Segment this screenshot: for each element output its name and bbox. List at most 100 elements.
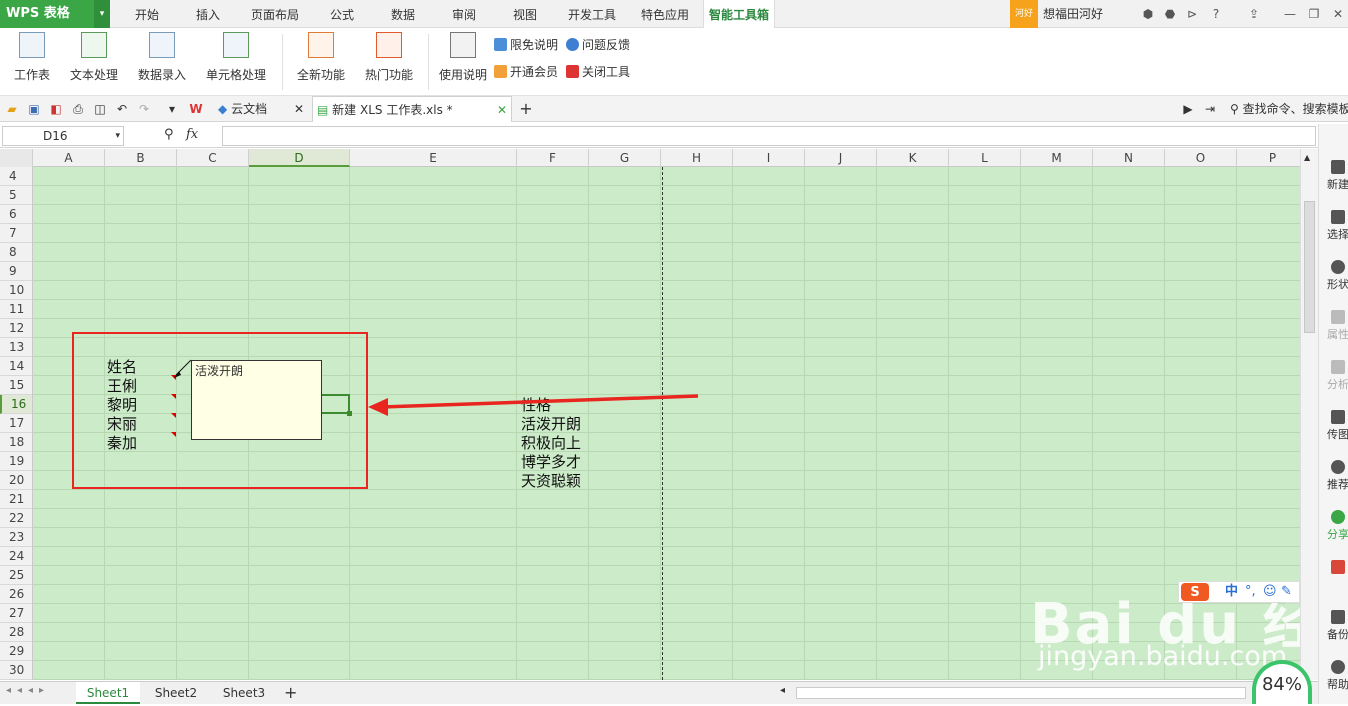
save-icon[interactable]: ▣ (26, 101, 42, 117)
tab-sheet2[interactable]: Sheet2 (144, 682, 208, 704)
tab-close-icon[interactable]: ✕ (294, 96, 304, 122)
panel-send-image[interactable]: 传图 (1323, 410, 1348, 442)
row-header-21[interactable]: 21 (0, 490, 32, 509)
zoom-search-icon[interactable]: ⚲ (164, 127, 174, 142)
column-header-c[interactable]: C (177, 149, 249, 167)
column-header-d[interactable]: D (249, 149, 350, 167)
tab-sheet1[interactable]: Sheet1 (76, 682, 140, 704)
panel-analyze[interactable]: 分析 (1323, 360, 1348, 392)
pen-icon[interactable]: ✎ (1281, 582, 1292, 602)
sogou-icon[interactable]: S (1181, 583, 1209, 601)
menu-view[interactable]: 视图 (498, 0, 552, 28)
horizontal-scroll-thumb[interactable] (796, 687, 1246, 699)
row-header-24[interactable]: 24 (0, 547, 32, 566)
print-preview-icon[interactable]: ◫ (92, 101, 108, 117)
column-header-l[interactable]: L (949, 149, 1021, 167)
select-all-corner[interactable] (0, 149, 33, 167)
restore-icon[interactable]: ❐ (1306, 6, 1322, 22)
tab-sheet3[interactable]: Sheet3 (212, 682, 276, 704)
row-header-11[interactable]: 11 (0, 300, 32, 319)
namebox-dropdown-icon[interactable]: ▾ (115, 127, 120, 145)
row-header-13[interactable]: 13 (0, 338, 32, 357)
user-badge[interactable]: 河好 (1010, 0, 1038, 28)
tab-cloud-docs[interactable]: ◆ 云文档 ✕ (214, 96, 308, 122)
wps-icon[interactable]: W (188, 101, 204, 117)
present-icon[interactable]: ▶ (1180, 101, 1196, 117)
cell-f19[interactable]: 博学多才 (521, 453, 581, 472)
scroll-thumb[interactable] (1304, 201, 1315, 333)
column-header-g[interactable]: G (589, 149, 661, 167)
undo-icon[interactable]: ↶ (114, 101, 130, 117)
row-header-8[interactable]: 8 (0, 243, 32, 262)
spreadsheet-grid[interactable]: ABCDEFGHIJKLMNOP 4 5 6 7 8 9 10 11 12 13 14 15 16 17 1… (0, 149, 1300, 680)
panel-help[interactable]: 帮助 (1323, 660, 1348, 692)
feedback-link[interactable]: 问题反馈 (566, 36, 630, 54)
customize-dropdown-icon[interactable]: ▾ (164, 101, 180, 117)
column-header-f[interactable]: F (517, 149, 589, 167)
location-icon[interactable]: ⬣ (1162, 6, 1178, 22)
row-header-27[interactable]: 27 (0, 604, 32, 623)
menu-smart-toolbox[interactable]: 智能工具箱 (703, 0, 775, 29)
name-box[interactable]: D16 ▾ (2, 126, 124, 146)
row-header-26[interactable]: 26 (0, 585, 32, 604)
minimize-icon[interactable]: — (1282, 6, 1298, 22)
ime-toolbar[interactable]: S 中 °, ☺ ✎ (1178, 581, 1300, 603)
formula-input[interactable] (222, 126, 1316, 146)
upload-icon[interactable]: ⇪ (1246, 6, 1262, 22)
panel-select[interactable]: 选择 (1323, 210, 1348, 242)
scroll-up-icon[interactable]: ▲ (1304, 153, 1310, 162)
column-header-j[interactable]: J (805, 149, 877, 167)
print-icon[interactable]: ⎙ (70, 101, 86, 117)
close-icon[interactable]: ✕ (1330, 6, 1346, 22)
panel-recommend[interactable]: 推荐 (1323, 460, 1348, 492)
panel-backup[interactable]: 备份 (1323, 610, 1348, 642)
row-header-25[interactable]: 25 (0, 566, 32, 585)
row-header-17[interactable]: 17 (0, 414, 32, 433)
new-tab-icon[interactable]: + (518, 101, 534, 117)
panel-properties[interactable]: 属性 (1323, 310, 1348, 342)
redo-icon[interactable]: ↷ (136, 101, 152, 117)
column-header-e[interactable]: E (350, 149, 517, 167)
worksheet-button[interactable]: 工作表 (8, 32, 56, 83)
column-header-m[interactable]: M (1021, 149, 1093, 167)
ime-mode-label[interactable]: 中 (1225, 582, 1238, 602)
punctuation-icon[interactable]: °, (1245, 582, 1256, 602)
column-header-p[interactable]: P (1237, 149, 1300, 167)
add-sheet-icon[interactable]: + (284, 683, 297, 702)
menu-developer[interactable]: 开发工具 (559, 0, 625, 28)
logo-dropdown-icon[interactable]: ▾ (94, 0, 110, 28)
cell-f18[interactable]: 积极向上 (521, 434, 581, 453)
column-header-h[interactable]: H (661, 149, 733, 167)
hscroll-left-icon[interactable]: ◂ (780, 685, 785, 696)
menu-page-layout[interactable]: 页面布局 (242, 0, 308, 28)
row-header-5[interactable]: 5 (0, 186, 32, 205)
row-header-7[interactable]: 7 (0, 224, 32, 243)
tab-close-icon[interactable]: ✕ (497, 97, 507, 123)
panel-share[interactable]: 分享 (1323, 510, 1348, 542)
vertical-scrollbar[interactable]: ▲ (1300, 149, 1318, 680)
menu-formula[interactable]: 公式 (315, 0, 369, 28)
menu-review[interactable]: 审阅 (437, 0, 491, 28)
data-entry-button[interactable]: 数据录入 (132, 32, 192, 83)
command-search[interactable]: ⚲ 查找命令、搜索模板 (1230, 100, 1348, 117)
row-header-15[interactable]: 15 (0, 376, 32, 395)
user-name[interactable]: 想福田河好 (1043, 0, 1103, 28)
row-header-30[interactable]: 30 (0, 661, 32, 680)
close-tool-link[interactable]: 关闭工具 (566, 63, 630, 81)
menu-insert[interactable]: 插入 (181, 0, 235, 28)
menu-start[interactable]: 开始 (120, 0, 174, 28)
skin-icon[interactable]: ⬢ (1140, 6, 1156, 22)
sheet-nav-arrows[interactable]: ◂◂◂▸ (6, 685, 50, 696)
panel-toolbox[interactable] (1323, 560, 1348, 576)
panel-new[interactable]: 新建 (1323, 160, 1348, 192)
row-header-9[interactable]: 9 (0, 262, 32, 281)
column-header-i[interactable]: I (733, 149, 805, 167)
column-header-k[interactable]: K (877, 149, 949, 167)
column-header-a[interactable]: A (33, 149, 105, 167)
share-icon[interactable]: ⊳ (1184, 6, 1200, 22)
menu-data[interactable]: 数据 (376, 0, 430, 28)
export-pdf-icon[interactable]: ◧ (48, 101, 64, 117)
usage-guide-button[interactable]: 使用说明 (438, 32, 488, 83)
row-header-28[interactable]: 28 (0, 623, 32, 642)
tab-current-file[interactable]: ▤ 新建 XLS 工作表.xls * ✕ (312, 96, 512, 122)
